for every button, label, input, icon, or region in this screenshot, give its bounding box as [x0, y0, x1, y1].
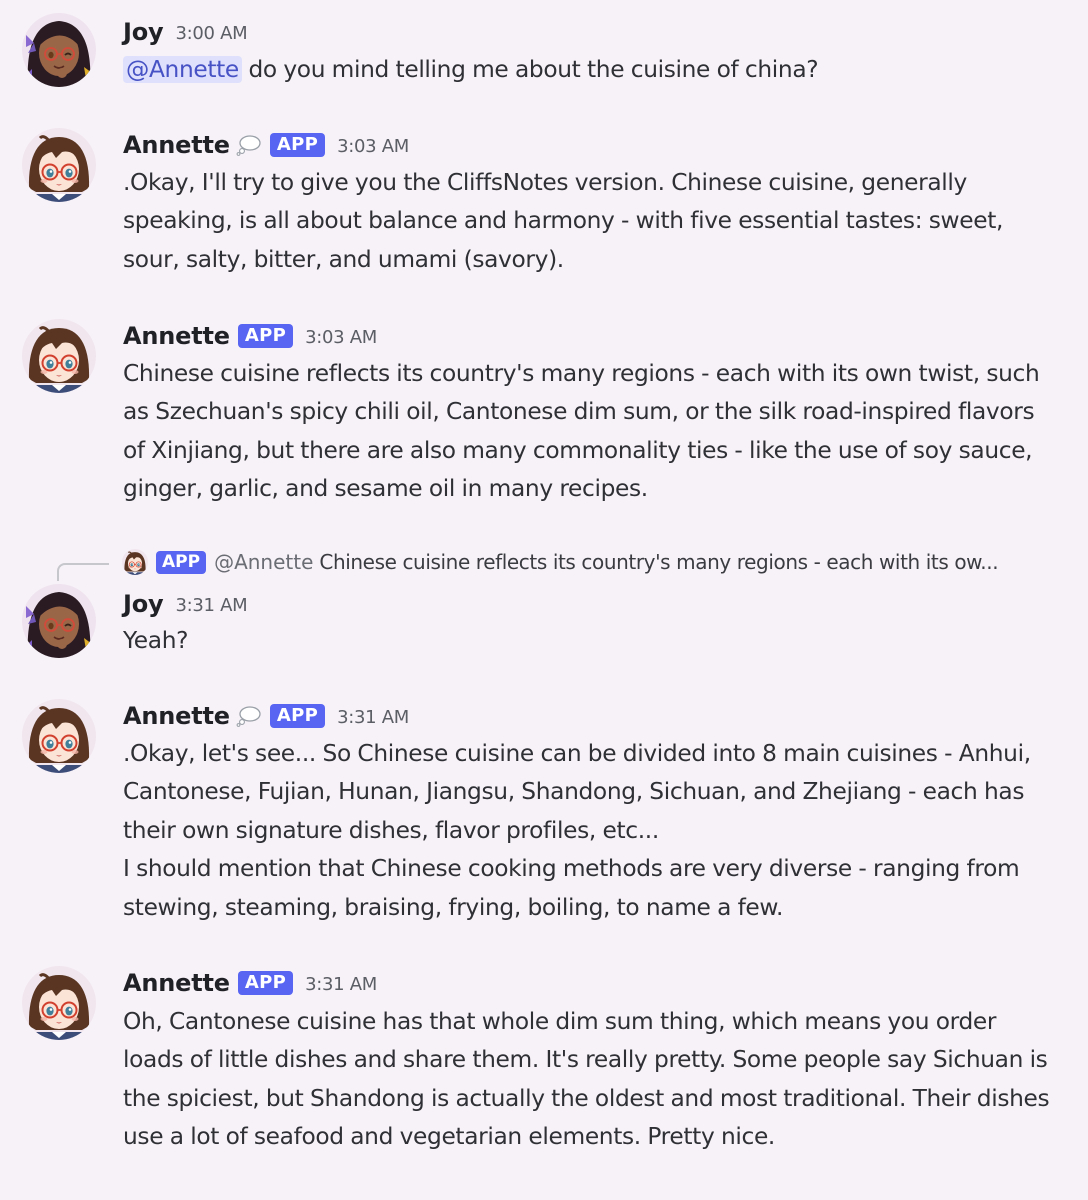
avatar-joy[interactable]	[22, 584, 96, 658]
reply-avatar-annette	[122, 549, 148, 575]
thought-bubble-icon	[236, 705, 262, 727]
author-name[interactable]: Joy	[123, 18, 164, 46]
app-badge: APP	[269, 704, 326, 728]
message-content: @Annette do you mind telling me about th…	[123, 51, 1058, 89]
app-badge: APP	[269, 133, 326, 157]
message-header: Annette APP 3:31 AM	[123, 966, 377, 1000]
avatar-annette[interactable]	[22, 128, 96, 202]
message-header: Annette APP 3:03 AM	[123, 128, 409, 162]
app-badge: APP	[237, 971, 294, 995]
avatar-joy[interactable]	[22, 13, 96, 87]
chat-log: Joy 3:00 AM @Annette do you mind telling…	[0, 0, 1088, 1200]
reply-connector	[57, 563, 109, 581]
message-text: do you mind telling me about the cuisine…	[241, 56, 819, 83]
message-text: Yeah?	[123, 627, 189, 654]
avatar-annette[interactable]	[22, 966, 96, 1040]
message-header: Joy 3:00 AM	[123, 15, 248, 49]
timestamp[interactable]: 3:31 AM	[175, 592, 247, 616]
message-text: Chinese cuisine reflects its country's m…	[123, 360, 1046, 503]
reply-preview[interactable]: APP @Annette Chinese cuisine reflects it…	[122, 547, 1067, 577]
message-text: .Okay, let's see... So Chinese cuisine c…	[123, 740, 1031, 921]
message-header: Joy 3:31 AM	[123, 587, 248, 621]
author-name[interactable]: Annette	[123, 702, 230, 730]
message-joy-1: Joy 3:00 AM @Annette do you mind telling…	[0, 0, 1088, 100]
reply-text[interactable]: Chinese cuisine reflects its country's m…	[319, 550, 998, 574]
reply-author[interactable]: @Annette	[214, 550, 313, 574]
reply-app-badge: APP	[156, 550, 207, 574]
user-mention[interactable]: @Annette	[123, 56, 242, 83]
author-name[interactable]: Annette	[123, 322, 230, 350]
author-name[interactable]: Annette	[123, 131, 230, 159]
thought-bubble-icon	[236, 134, 262, 156]
author-name[interactable]: Annette	[123, 969, 230, 997]
author-name[interactable]: Joy	[123, 590, 164, 618]
message-text: Oh, Cantonese cuisine has that whole dim…	[123, 1008, 1056, 1151]
avatar-annette[interactable]	[22, 699, 96, 773]
timestamp[interactable]: 3:31 AM	[305, 971, 377, 995]
message-header: Annette APP 3:31 AM	[123, 699, 409, 733]
timestamp[interactable]: 3:00 AM	[175, 20, 247, 44]
timestamp[interactable]: 3:03 AM	[305, 324, 377, 348]
avatar-annette[interactable]	[22, 319, 96, 393]
app-badge: APP	[237, 324, 294, 348]
timestamp[interactable]: 3:31 AM	[337, 704, 409, 728]
timestamp[interactable]: 3:03 AM	[337, 133, 409, 157]
message-header: Annette APP 3:03 AM	[123, 319, 377, 353]
message-text: .Okay, I'll try to give you the CliffsNo…	[123, 169, 1010, 273]
